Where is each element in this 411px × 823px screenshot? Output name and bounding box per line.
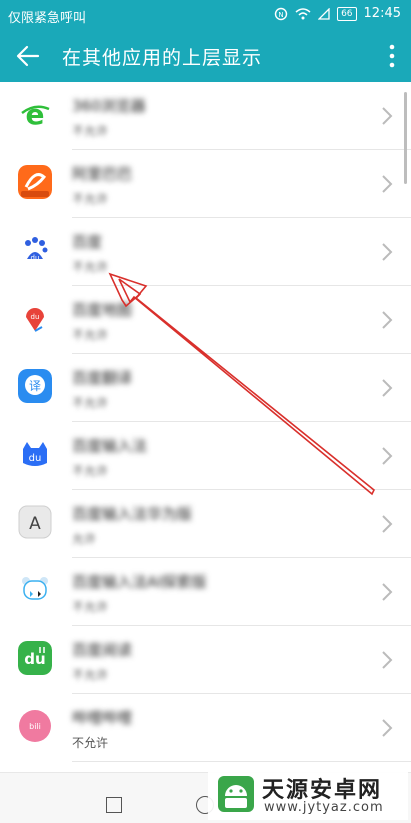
- app-status: 不允许: [72, 736, 109, 750]
- baidu-input-huawei-icon: A: [18, 505, 52, 539]
- more-vert-icon[interactable]: [387, 42, 397, 70]
- list-item[interactable]: du 百度输入法 不允许: [0, 422, 411, 490]
- app-bar: 在其他应用的上层显示: [0, 30, 411, 82]
- chevron-right-icon: [382, 311, 393, 329]
- baidu-map-icon: du: [18, 301, 52, 335]
- carrier-text: 仅限紧急呼叫: [8, 11, 87, 26]
- app-name: 百度地图: [72, 301, 133, 319]
- battery-icon: 66: [337, 6, 357, 21]
- chevron-right-icon: [382, 243, 393, 261]
- list-item[interactable]: 译 百度翻译 不允许: [0, 354, 411, 422]
- signal-icon: [318, 7, 330, 20]
- svg-text:A: A: [29, 514, 41, 534]
- chevron-right-icon: [382, 651, 393, 669]
- app-name: 哔哩哔哩: [72, 709, 133, 727]
- app-name: 百度输入法华为版: [72, 505, 193, 523]
- wifi-icon: [295, 7, 311, 19]
- svg-text:du: du: [24, 650, 45, 668]
- watermark: 天源安卓网 www.jytyaz.com: [208, 770, 408, 820]
- app-status: 不允许: [72, 668, 109, 682]
- app-status: 允许: [72, 532, 97, 546]
- divider: [72, 761, 411, 762]
- arrow-back-icon[interactable]: [14, 42, 42, 70]
- app-status: 不允许: [72, 328, 109, 342]
- app-name: 百度阅读: [72, 641, 133, 659]
- app-name: 百度输入法: [72, 437, 148, 455]
- app-name: 百度: [72, 233, 103, 251]
- scrollbar[interactable]: [404, 92, 407, 184]
- app-status: 不允许: [72, 600, 109, 614]
- app-status: 不允许: [72, 396, 109, 410]
- 360-browser-icon: e: [18, 97, 52, 131]
- chevron-right-icon: [382, 447, 393, 465]
- list-item[interactable]: du 百度 不允许: [0, 218, 411, 286]
- baidu-translate-icon: 译: [18, 369, 52, 403]
- chevron-right-icon: [382, 583, 393, 601]
- baidu-input-ai-icon: [18, 573, 52, 607]
- app-list: e 360浏览器 不允许 阿里巴巴 不允许 du 百度 不允许 du 百度地图 …: [0, 82, 411, 772]
- chevron-right-icon: [382, 515, 393, 533]
- list-item[interactable]: du 百度阅读 不允许: [0, 626, 411, 694]
- status-bar: 仅限紧急呼叫 N 66 12:45: [0, 0, 411, 30]
- list-item[interactable]: A 百度输入法华为版 允许: [0, 490, 411, 558]
- svg-text:bili: bili: [29, 722, 41, 731]
- app-name: 阿里巴巴: [72, 165, 133, 183]
- app-name: 百度输入法AI探索版: [72, 573, 207, 591]
- list-item[interactable]: 阿里巴巴 不允许: [0, 150, 411, 218]
- chevron-right-icon: [382, 379, 393, 397]
- chevron-right-icon: [382, 175, 393, 193]
- clock: 12:45: [363, 6, 401, 21]
- app-status: 不允许: [72, 124, 109, 138]
- list-item[interactable]: e 360浏览器 不允许: [0, 82, 411, 150]
- svg-text:N: N: [278, 11, 283, 19]
- status-icons: N 66 12:45: [274, 6, 401, 21]
- list-item[interactable]: du 百度地图 不允许: [0, 286, 411, 354]
- chevron-right-icon: [382, 107, 393, 125]
- svg-text:du: du: [31, 254, 40, 262]
- app-status: 不允许: [72, 192, 109, 206]
- bilibili-icon: bili: [19, 710, 51, 742]
- watermark-url: www.jytyaz.com: [264, 800, 384, 815]
- nfc-icon: N: [274, 7, 288, 20]
- recents-icon[interactable]: [106, 797, 122, 813]
- svg-text:du: du: [31, 313, 40, 321]
- baidu-input-icon: du: [18, 437, 52, 471]
- svg-text:e: e: [26, 98, 45, 131]
- list-item[interactable]: 百度输入法AI探索版 不允许: [0, 558, 411, 626]
- svg-text:译: 译: [29, 379, 41, 393]
- app-status: 不允许: [72, 260, 109, 274]
- baidu-reading-icon: du: [18, 641, 52, 675]
- baidu-icon: du: [18, 233, 52, 267]
- app-name: 360浏览器: [72, 97, 146, 115]
- alibaba-icon: [18, 165, 52, 199]
- app-name: 百度翻译: [72, 369, 133, 387]
- svg-text:du: du: [29, 453, 42, 464]
- list-item[interactable]: bili 哔哩哔哩 不允许: [0, 694, 411, 762]
- page-title: 在其他应用的上层显示: [62, 47, 263, 69]
- android-logo-icon: [218, 776, 254, 812]
- app-status: 不允许: [72, 464, 109, 478]
- chevron-right-icon: [382, 719, 393, 737]
